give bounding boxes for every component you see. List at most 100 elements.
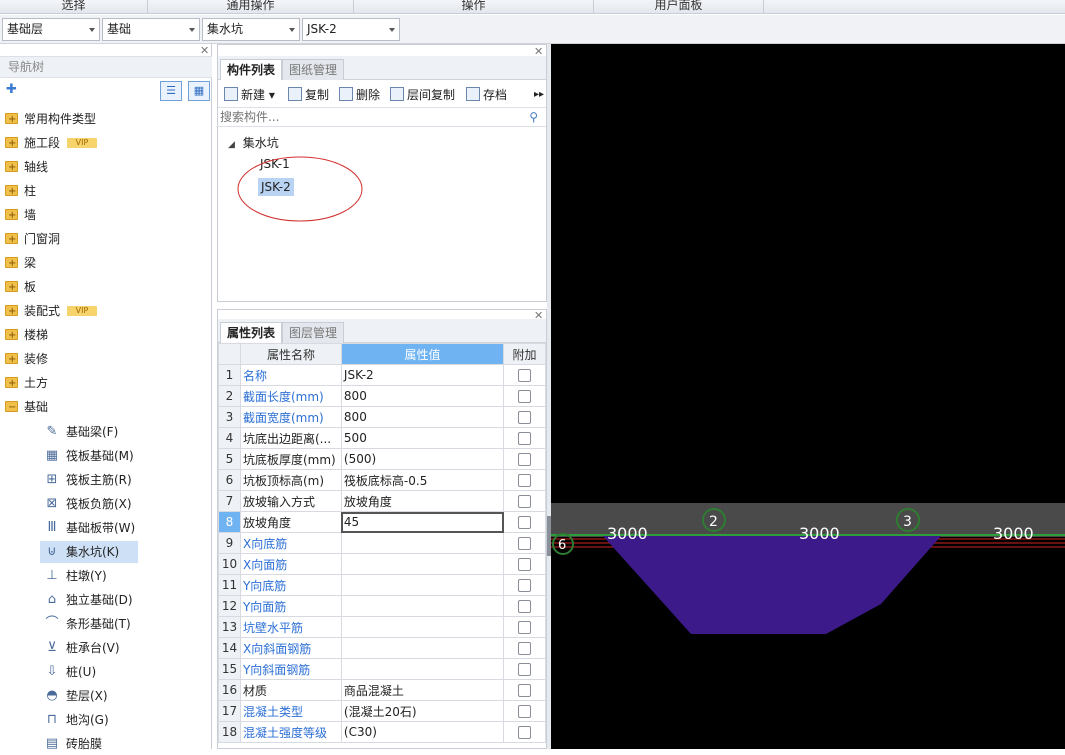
nav-category[interactable]: 板 <box>0 276 212 299</box>
tab-drawing-management[interactable]: 图纸管理 <box>282 59 345 80</box>
property-row[interactable]: 5 坑底板厚度(mm) (500) <box>218 448 546 470</box>
property-row[interactable]: 13 坑壁水平筋 <box>218 616 546 638</box>
property-value[interactable] <box>340 532 505 554</box>
tab-component-list[interactable]: 构件列表 <box>220 59 283 80</box>
nav-subitem[interactable]: ⊠ 筏板负筋(X) <box>40 493 200 515</box>
extra-checkbox[interactable] <box>518 452 532 466</box>
property-row[interactable]: 9 X向底筋 <box>218 532 546 554</box>
extra-checkbox[interactable] <box>518 599 532 613</box>
nav-category[interactable]: 墙 <box>0 204 212 227</box>
property-row[interactable]: 18 混凝土强度等级 (C30) <box>218 721 546 743</box>
extra-checkbox[interactable] <box>518 494 532 508</box>
property-row[interactable]: 2 截面长度(mm) 800 <box>218 385 546 407</box>
property-row[interactable]: 10 X向面筋 <box>218 553 546 575</box>
nav-category[interactable]: 装配式 VIP <box>0 300 212 323</box>
grid-view-icon[interactable]: ▦ <box>188 81 210 101</box>
property-row[interactable]: 7 放坡输入方式 放坡角度 <box>218 490 546 512</box>
property-row[interactable]: 4 坑底出边距离(... 500 <box>218 427 546 449</box>
nav-subitem[interactable]: ⊻ 桩承台(V) <box>40 637 200 659</box>
property-value[interactable] <box>340 616 505 638</box>
extra-checkbox[interactable] <box>518 431 532 445</box>
nav-category[interactable]: 施工段 VIP <box>0 132 212 155</box>
property-value[interactable]: (C30) <box>340 721 505 743</box>
nav-subitem[interactable]: ▦ 筏板基础(M) <box>40 445 200 467</box>
extra-checkbox[interactable] <box>518 578 532 592</box>
nav-category[interactable]: 门窗洞 <box>0 228 212 251</box>
save-button[interactable]: 存档 <box>466 86 507 104</box>
nav-category[interactable]: 轴线 <box>0 156 212 179</box>
nav-category[interactable]: 梁 <box>0 252 212 275</box>
copy-button[interactable]: 复制 <box>288 86 329 104</box>
component-select[interactable]: JSK-2 <box>302 18 400 41</box>
property-value[interactable]: 800 <box>340 385 505 407</box>
nav-subitem[interactable]: ⊍ 集水坑(K) <box>40 541 138 563</box>
property-row[interactable]: 11 Y向底筋 <box>218 574 546 596</box>
nav-subitem[interactable]: ⌒ 条形基础(T) <box>40 613 200 635</box>
nav-category[interactable]: 柱 <box>0 180 212 203</box>
extra-checkbox[interactable] <box>518 641 532 655</box>
more-icon[interactable]: ▸▸ <box>534 86 544 104</box>
property-value[interactable] <box>340 553 505 575</box>
nav-subitem[interactable]: ✎ 基础梁(F) <box>40 421 200 443</box>
extra-checkbox[interactable] <box>518 662 532 676</box>
type-select[interactable]: 集水坑 <box>202 18 300 41</box>
category-select[interactable]: 基础 <box>102 18 200 41</box>
nav-subitem[interactable]: ◓ 垫层(X) <box>40 685 200 707</box>
layer-copy-button[interactable]: 层间复制 <box>390 86 455 104</box>
property-row[interactable]: 6 坑板顶标高(m) 筏板底标高-0.5 <box>218 469 546 491</box>
tab-layer-management[interactable]: 图层管理 <box>282 322 345 343</box>
extra-checkbox[interactable] <box>518 515 532 529</box>
nav-subitem[interactable]: ▤ 砖胎膜 <box>40 733 200 755</box>
property-value[interactable] <box>340 595 505 617</box>
property-row[interactable]: 8 放坡角度 45 <box>218 511 546 533</box>
property-value[interactable]: 商品混凝土 <box>340 679 505 701</box>
nav-category[interactable]: 装修 <box>0 348 212 371</box>
floor-select[interactable]: 基础层 <box>2 18 100 41</box>
property-row[interactable]: 15 Y向斜面钢筋 <box>218 658 546 680</box>
extra-checkbox[interactable] <box>518 557 532 571</box>
nav-subitem[interactable]: ⊥ 柱墩(Y) <box>40 565 200 587</box>
property-row[interactable]: 16 材质 商品混凝土 <box>218 679 546 701</box>
property-value[interactable] <box>340 637 505 659</box>
delete-button[interactable]: 删除 <box>339 86 380 104</box>
nav-category[interactable]: 土方 <box>0 372 212 395</box>
extra-checkbox[interactable] <box>518 410 532 424</box>
extra-checkbox[interactable] <box>518 725 532 739</box>
property-value[interactable]: 放坡角度 <box>340 490 505 512</box>
extra-checkbox[interactable] <box>518 704 532 718</box>
nav-subitem[interactable]: ⊞ 筏板主筋(R) <box>40 469 200 491</box>
extra-checkbox[interactable] <box>518 620 532 634</box>
property-value[interactable] <box>340 574 505 596</box>
extra-checkbox[interactable] <box>518 683 532 697</box>
nav-category[interactable]: 楼梯 <box>0 324 212 347</box>
property-row[interactable]: 17 混凝土类型 (混凝土20石) <box>218 700 546 722</box>
property-value[interactable]: 45 <box>340 511 505 533</box>
property-value[interactable]: (500) <box>340 448 505 470</box>
nav-subitem[interactable]: ⇩ 桩(U) <box>40 661 200 683</box>
drawing-canvas[interactable]: 3000 3000 3000 2 3 6 <box>551 44 1065 749</box>
tab-property-list[interactable]: 属性列表 <box>220 322 283 343</box>
property-value[interactable]: (混凝土20石) <box>340 700 505 722</box>
property-value[interactable] <box>340 658 505 680</box>
list-view-icon[interactable]: ☰ <box>160 81 182 101</box>
add-icon[interactable]: ✚ <box>6 82 17 97</box>
property-row[interactable]: 3 截面宽度(mm) 800 <box>218 406 546 428</box>
search-icon[interactable]: ⚲ <box>529 110 538 124</box>
extra-checkbox[interactable] <box>518 473 532 487</box>
property-value[interactable]: JSK-2 <box>340 364 505 386</box>
property-value[interactable]: 筏板底标高-0.5 <box>340 469 505 491</box>
extra-checkbox[interactable] <box>518 368 532 382</box>
canvas-drawing[interactable]: 3000 3000 3000 2 3 6 <box>551 44 1065 749</box>
nav-subitem[interactable]: ⌂ 独立基础(D) <box>40 589 200 611</box>
new-button[interactable]: 新建 ▾ <box>224 86 275 104</box>
nav-subitem[interactable]: Ⅲ 基础板带(W) <box>40 517 200 539</box>
nav-subitem[interactable]: ⊓ 地沟(G) <box>40 709 200 731</box>
property-value[interactable]: 500 <box>340 427 505 449</box>
property-value[interactable]: 800 <box>340 406 505 428</box>
nav-category[interactable]: 常用构件类型 <box>0 108 212 131</box>
tree-node-pit[interactable]: ◢ 集水坑 <box>228 134 279 151</box>
property-row[interactable]: 12 Y向面筋 <box>218 595 546 617</box>
property-row[interactable]: 1 名称 JSK-2 <box>218 364 546 386</box>
extra-checkbox[interactable] <box>518 536 532 550</box>
extra-checkbox[interactable] <box>518 389 532 403</box>
